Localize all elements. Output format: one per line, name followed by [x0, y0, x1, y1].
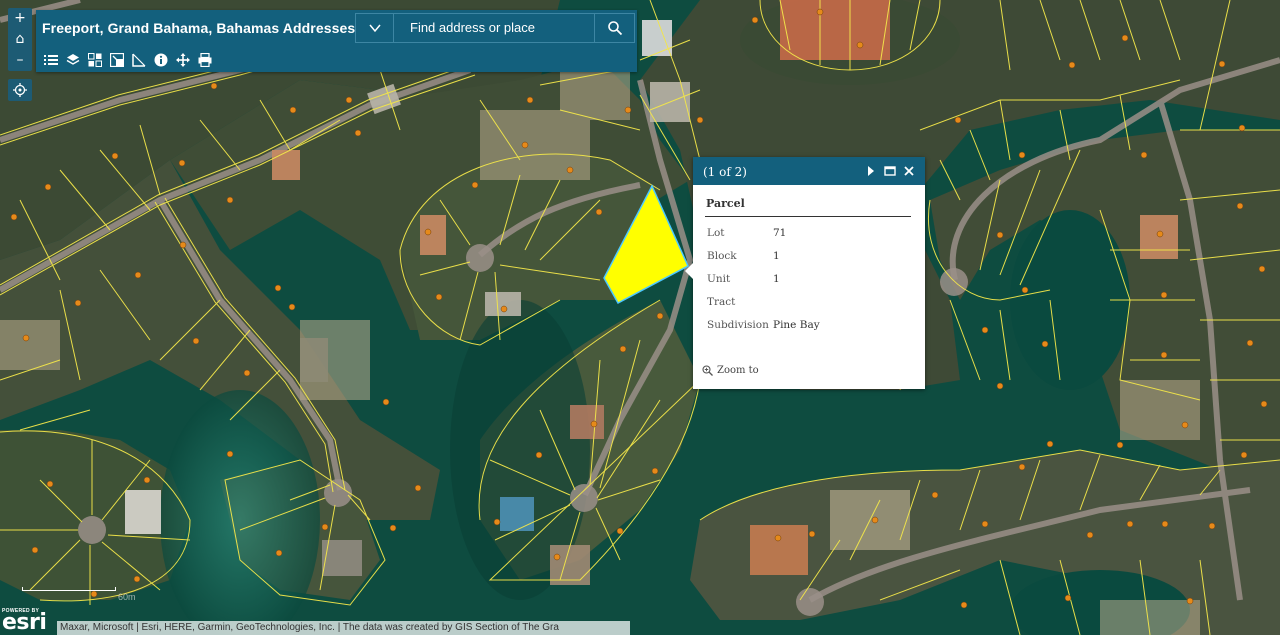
toolbar — [40, 50, 216, 70]
attribute-row: Block 1 — [707, 250, 820, 273]
search-widget: Find address or place — [355, 13, 635, 43]
attribute-value: 71 — [773, 227, 787, 239]
feature-popup: (1 of 2) Parcel Lot 71 Block 1 Unit 1 Tr… — [685, 157, 925, 389]
basemap-gallery-icon — [88, 53, 102, 67]
close-icon — [904, 166, 914, 176]
attribute-row: Tract — [707, 296, 820, 319]
overview-icon — [110, 53, 124, 67]
about-button[interactable] — [150, 50, 172, 70]
layers-button[interactable] — [62, 50, 84, 70]
play-next-icon — [868, 166, 874, 176]
attribute-row: Unit 1 — [707, 273, 820, 296]
attribute-key: Tract — [707, 296, 736, 308]
maximize-button[interactable] — [882, 163, 898, 179]
popup-header: (1 of 2) — [693, 157, 925, 185]
map-attribution[interactable]: Maxar, Microsoft | Esri, HERE, Garmin, G… — [57, 621, 630, 635]
search-input[interactable]: Find address or place — [410, 14, 535, 42]
legend-icon — [44, 55, 58, 65]
attribute-key: Block — [707, 250, 737, 262]
attribute-key: Lot — [707, 227, 725, 239]
popup-title: Parcel — [706, 197, 745, 210]
print-button[interactable] — [194, 50, 216, 70]
search-source-dropdown[interactable] — [356, 14, 394, 42]
zoom-magnifier-icon — [702, 365, 713, 376]
attribute-row: Subdivision Pine Bay — [707, 319, 820, 342]
popup-attributes: Lot 71 Block 1 Unit 1 Tract Subdivision … — [707, 227, 820, 342]
locate-icon — [13, 83, 27, 97]
info-icon — [154, 53, 168, 67]
esri-wordmark: esri — [2, 610, 47, 635]
zoom-controls: + ⌂ – — [8, 8, 32, 71]
chevron-down-icon — [368, 24, 381, 33]
popup-divider — [705, 216, 911, 217]
locate-button[interactable] — [8, 79, 32, 101]
measure-icon — [132, 53, 146, 67]
app-title: Freeport, Grand Bahama, Bahamas Addresse… — [42, 20, 356, 36]
search-icon — [608, 21, 623, 36]
zoom-in-button[interactable]: + — [8, 8, 32, 29]
maximize-icon — [884, 166, 896, 176]
attribute-value: 1 — [773, 273, 780, 285]
attribute-key: Unit — [707, 273, 731, 285]
attribute-key: Subdivision — [707, 319, 769, 331]
popup-feature-count: (1 of 2) — [703, 165, 747, 179]
legend-button[interactable] — [40, 50, 62, 70]
layers-icon — [66, 54, 80, 65]
overview-map-button[interactable] — [106, 50, 128, 70]
next-feature-button[interactable] — [863, 163, 879, 179]
app-header: Freeport, Grand Bahama, Bahamas Addresse… — [36, 10, 637, 72]
esri-logo[interactable]: POWERED BY esri — [2, 608, 47, 635]
popup-pointer — [685, 263, 693, 279]
home-button[interactable]: ⌂ — [8, 29, 32, 50]
print-icon — [198, 53, 212, 67]
attribute-value: Pine Bay — [773, 319, 820, 331]
attribute-row: Lot 71 — [707, 227, 820, 250]
pan-button[interactable] — [172, 50, 194, 70]
satellite-basemap — [0, 0, 1280, 635]
move-arrows-icon — [176, 53, 190, 67]
basemap-gallery-button[interactable] — [84, 50, 106, 70]
measure-button[interactable] — [128, 50, 150, 70]
scale-bar-line — [22, 587, 116, 591]
zoom-to-label: Zoom to — [717, 365, 759, 376]
close-popup-button[interactable] — [901, 163, 917, 179]
scale-bar-label: 60m — [118, 592, 136, 602]
zoom-to-link[interactable]: Zoom to — [702, 365, 759, 376]
search-button[interactable] — [594, 14, 634, 42]
attribute-value: 1 — [773, 250, 780, 262]
zoom-out-button[interactable]: – — [8, 50, 32, 71]
scale-bar: 60m — [22, 587, 136, 602]
map-view[interactable] — [0, 0, 1280, 635]
